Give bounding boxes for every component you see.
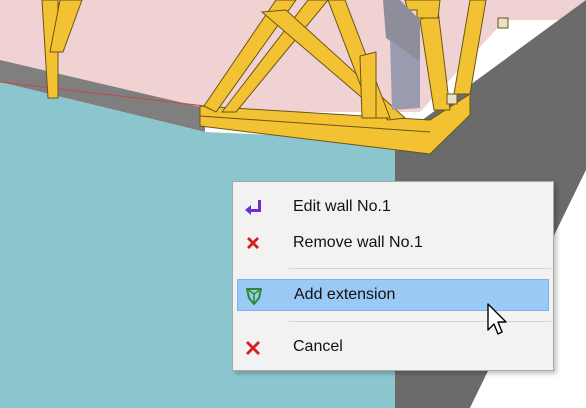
cancel-x-icon (243, 338, 263, 358)
context-menu: Edit wall No.1 Remove wall No.1 Add exte… (232, 181, 554, 371)
menu-item-label: Cancel (293, 338, 343, 355)
menu-item-remove-wall[interactable]: Remove wall No.1 (237, 228, 549, 260)
truss-connector (497, 17, 509, 29)
cad-viewport[interactable]: Edit wall No.1 Remove wall No.1 Add exte… (0, 0, 586, 408)
menu-item-label: Remove wall No.1 (293, 234, 423, 251)
edit-arrow-icon (243, 198, 263, 218)
menu-item-label: Add extension (294, 286, 396, 303)
truss-connector (446, 93, 458, 105)
menu-separator (289, 268, 551, 269)
menu-item-edit-wall[interactable]: Edit wall No.1 (237, 192, 549, 224)
menu-item-label: Edit wall No.1 (293, 198, 391, 215)
remove-x-icon (243, 234, 263, 254)
add-extension-icon (244, 286, 264, 306)
mouse-cursor-icon (487, 303, 507, 335)
